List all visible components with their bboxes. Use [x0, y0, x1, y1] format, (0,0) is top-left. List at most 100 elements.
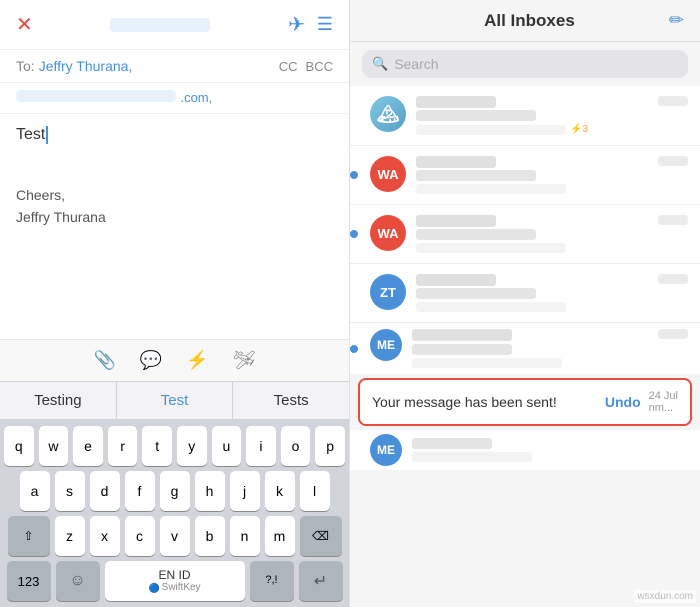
key-a[interactable]: a: [20, 471, 50, 511]
key-o[interactable]: o: [281, 426, 311, 466]
cc-bcc-buttons: CC BCC: [279, 59, 333, 74]
sender-blur-5: [412, 329, 512, 341]
compose-to-field: To: Jeffry Thurana, CC BCC: [0, 50, 349, 83]
search-placeholder: Search: [394, 56, 438, 72]
bcc-button[interactable]: BCC: [306, 59, 333, 74]
key-r[interactable]: r: [108, 426, 138, 466]
compose-new-icon[interactable]: ✏: [669, 10, 684, 31]
key-n[interactable]: n: [230, 516, 260, 556]
avatar-1: 🏔: [370, 96, 406, 132]
avatar-4: ZT: [370, 274, 406, 310]
close-icon[interactable]: ✕: [16, 12, 33, 37]
email-item-5-wrap: ME: [350, 323, 700, 374]
punct-label: ?,!: [265, 574, 277, 587]
space-key[interactable]: EN ID 🔵 SwiftKey: [105, 561, 245, 601]
key-c[interactable]: c: [125, 516, 155, 556]
key-f[interactable]: f: [125, 471, 155, 511]
compose-subject: Test: [16, 126, 333, 144]
avatar-5b: ME: [370, 434, 402, 466]
key-u[interactable]: u: [212, 426, 242, 466]
recipient-email-blur: [110, 18, 210, 32]
preview-me: [412, 452, 532, 462]
keyboard: q w e r t y u i o p a s d f g h j k l ⇧ …: [0, 420, 349, 607]
preview-blur-4: [416, 302, 566, 312]
header-center: [110, 18, 210, 32]
subject-blur-1: [416, 110, 536, 121]
email-content-4: [416, 274, 688, 312]
search-input-wrap[interactable]: 🔍 Search: [362, 50, 688, 78]
shift-key[interactable]: ⇧: [8, 516, 50, 556]
email-content-3: [416, 215, 688, 253]
punct-key[interactable]: ?,!: [250, 561, 294, 601]
paper-plane-icon[interactable]: 🛩: [233, 350, 256, 371]
date-blur-1: [658, 96, 688, 106]
autocomplete-test[interactable]: Test: [117, 382, 234, 419]
key-w[interactable]: w: [39, 426, 69, 466]
keyboard-row-2: a s d f g h j k l: [4, 471, 345, 511]
compose-toolbar: 📎 💬 ⚡ 🛩: [0, 339, 349, 381]
key-x[interactable]: x: [90, 516, 120, 556]
inbox-panel: All Inboxes ✏ 🔍 Search 🏔 ⚡3: [350, 0, 700, 607]
key-k[interactable]: k: [265, 471, 295, 511]
text-cursor: [46, 126, 48, 144]
autocomplete-testing[interactable]: Testing: [0, 382, 117, 419]
to-label: To:: [16, 58, 35, 74]
inbox-title: All Inboxes: [484, 11, 575, 31]
num-key[interactable]: 123: [7, 561, 51, 601]
subject-blur-3: [416, 229, 536, 240]
bolt-icon[interactable]: ⚡: [186, 350, 208, 371]
key-t[interactable]: t: [142, 426, 172, 466]
delete-key[interactable]: ⌫: [300, 516, 342, 556]
key-p[interactable]: p: [315, 426, 345, 466]
compose-signature: Cheers, Jeffry Thurana: [16, 184, 333, 229]
key-h[interactable]: h: [195, 471, 225, 511]
preview-blur-1: [416, 125, 566, 135]
menu-icon[interactable]: ☰: [317, 14, 333, 35]
date-blur-5: [658, 329, 688, 339]
key-e[interactable]: e: [73, 426, 103, 466]
email-badge-1: ⚡3: [570, 124, 588, 135]
key-z[interactable]: z: [55, 516, 85, 556]
key-s[interactable]: s: [55, 471, 85, 511]
preview-blur-3: [416, 243, 566, 253]
compose-panel: ✕ ✈ ☰ To: Jeffry Thurana, CC BCC .com, T…: [0, 0, 350, 607]
signature-line1: Cheers,: [16, 184, 333, 206]
autocomplete-tests[interactable]: Tests: [233, 382, 349, 419]
compose-header: ✕ ✈ ☰: [0, 0, 349, 50]
watermark: wsxdun.com: [634, 590, 696, 603]
compose-body[interactable]: Test Cheers, Jeffry Thurana: [0, 114, 349, 339]
key-g[interactable]: g: [160, 471, 190, 511]
key-l[interactable]: l: [300, 471, 330, 511]
send-icon[interactable]: ✈: [288, 12, 305, 37]
subject-blur-5: [412, 344, 512, 355]
key-j[interactable]: j: [230, 471, 260, 511]
key-d[interactable]: d: [90, 471, 120, 511]
key-q[interactable]: q: [4, 426, 34, 466]
attach-icon[interactable]: 📎: [93, 350, 115, 371]
email-content-1: ⚡3: [416, 96, 688, 135]
emoji-key[interactable]: ☺: [56, 561, 100, 601]
email-item-2[interactable]: WA: [350, 146, 700, 205]
date-blur-4: [658, 274, 688, 284]
key-y[interactable]: y: [177, 426, 207, 466]
email-item-4[interactable]: ZT: [350, 264, 700, 323]
key-i[interactable]: i: [246, 426, 276, 466]
chat-icon[interactable]: 💬: [140, 350, 162, 371]
email-list: 🏔 ⚡3 WA: [350, 86, 700, 607]
search-icon: 🔍: [372, 56, 388, 72]
to-name[interactable]: Jeffry Thurana,: [39, 58, 133, 74]
undo-button[interactable]: Undo: [605, 394, 641, 410]
cc-button[interactable]: CC: [279, 59, 298, 74]
return-key[interactable]: ↵: [299, 561, 343, 601]
preview-blur-2: [416, 184, 566, 194]
date-blur-3: [658, 215, 688, 225]
key-v[interactable]: v: [160, 516, 190, 556]
subject-blur-2: [416, 170, 536, 181]
key-b[interactable]: b: [195, 516, 225, 556]
keyboard-row-bottom: 123 ☺ EN ID 🔵 SwiftKey ?,! ↵: [4, 561, 345, 601]
sender-blur-4: [416, 274, 496, 286]
swiftkey-label: 🔵 SwiftKey: [148, 582, 200, 594]
email-item-3[interactable]: WA: [350, 205, 700, 264]
key-m[interactable]: m: [265, 516, 295, 556]
email-item-1[interactable]: 🏔 ⚡3: [350, 86, 700, 146]
